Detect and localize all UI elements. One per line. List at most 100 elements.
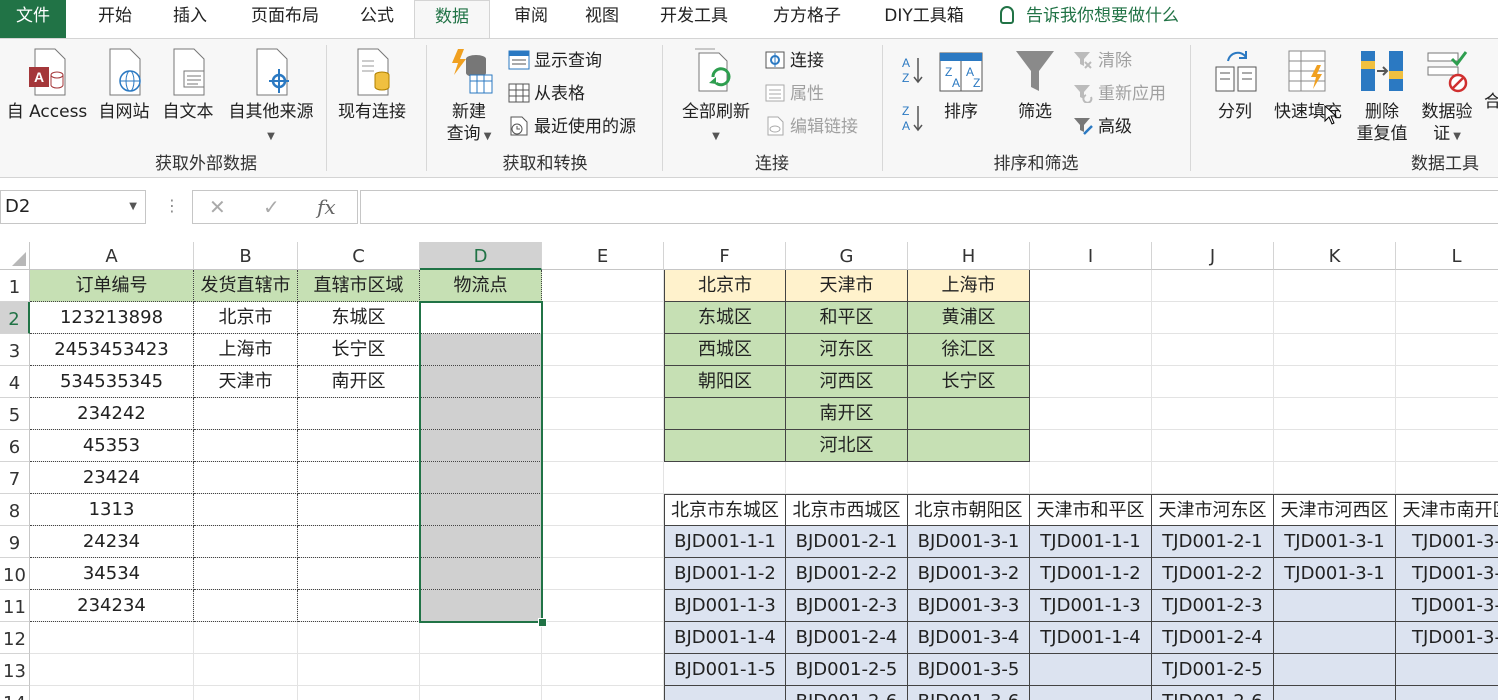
refresh-all-button[interactable]: 全部刷新 ▼ xyxy=(676,47,756,148)
grid-cell-bg[interactable] xyxy=(194,654,298,686)
grid-cell-bg[interactable] xyxy=(194,686,298,700)
district-cell[interactable]: 和平区 xyxy=(786,302,908,334)
district-cell[interactable] xyxy=(664,430,786,462)
orders-cell[interactable] xyxy=(420,494,542,526)
grid-cell-bg[interactable] xyxy=(664,462,786,494)
code-cell[interactable] xyxy=(1274,622,1396,654)
code-cell[interactable] xyxy=(664,686,786,700)
worksheet-grid[interactable]: ABCDEFGHIJKL1234567891011121314订单编号发货直辖市… xyxy=(0,242,1498,700)
existing-connections-button[interactable]: 现有连接 xyxy=(332,47,412,123)
orders-cell[interactable] xyxy=(194,494,298,526)
row-header-11[interactable]: 11 xyxy=(0,590,30,622)
properties-button[interactable]: 属性 xyxy=(764,82,824,106)
row-header-12[interactable]: 12 xyxy=(0,622,30,654)
tell-me-search[interactable]: 告诉我你想要做什么 xyxy=(1000,0,1179,32)
grid-cell-bg[interactable] xyxy=(908,462,1030,494)
clear-filter-button[interactable]: 清除 xyxy=(1072,49,1132,73)
grid-cell-bg[interactable] xyxy=(1152,366,1274,398)
grid-cell-bg[interactable] xyxy=(542,590,664,622)
orders-cell[interactable] xyxy=(420,366,542,398)
code-header-cell[interactable]: 天津市河西区 xyxy=(1274,494,1396,526)
code-cell[interactable]: TJD001-3-1 xyxy=(1274,558,1396,590)
tab-8[interactable]: 开发工具 xyxy=(636,0,752,38)
code-cell[interactable] xyxy=(1396,686,1498,700)
column-header-H[interactable]: H xyxy=(908,242,1030,270)
column-header-G[interactable]: G xyxy=(786,242,908,270)
code-cell[interactable]: BJD001-1-1 xyxy=(664,526,786,558)
show-queries-button[interactable]: 显示查询 xyxy=(508,49,602,73)
grid-cell-bg[interactable] xyxy=(542,654,664,686)
orders-header-cell[interactable]: 订单编号 xyxy=(30,270,194,302)
orders-cell[interactable]: 234234 xyxy=(30,590,194,622)
orders-cell[interactable]: 2453453423 xyxy=(30,334,194,366)
code-cell[interactable]: TJD001-3- xyxy=(1396,622,1498,654)
tab-7[interactable]: 视图 xyxy=(568,0,636,38)
orders-cell[interactable] xyxy=(194,462,298,494)
grid-cell-bg[interactable] xyxy=(1274,334,1396,366)
tab-4[interactable]: 公式 xyxy=(340,0,414,38)
grid-cell-bg[interactable] xyxy=(1396,302,1498,334)
orders-cell[interactable]: 长宁区 xyxy=(298,334,420,366)
code-cell[interactable]: TJD001-2-1 xyxy=(1152,526,1274,558)
row-header-8[interactable]: 8 xyxy=(0,494,30,526)
formula-input[interactable] xyxy=(360,190,1498,224)
tab-0[interactable]: 文件 xyxy=(0,0,66,38)
select-all-corner[interactable] xyxy=(0,242,30,270)
connections-button[interactable]: 连接 xyxy=(764,49,824,73)
row-header-4[interactable]: 4 xyxy=(0,366,30,398)
row-header-6[interactable]: 6 xyxy=(0,430,30,462)
district-cell[interactable]: 朝阳区 xyxy=(664,366,786,398)
district-cell[interactable]: 徐汇区 xyxy=(908,334,1030,366)
orders-cell[interactable] xyxy=(298,462,420,494)
column-header-C[interactable]: C xyxy=(298,242,420,270)
orders-cell[interactable] xyxy=(298,430,420,462)
more-dots-icon[interactable]: ⋮ xyxy=(164,196,180,215)
column-header-A[interactable]: A xyxy=(30,242,194,270)
grid-cell-bg[interactable] xyxy=(1152,302,1274,334)
advanced-filter-button[interactable]: 高级 xyxy=(1072,115,1132,139)
grid-cell-bg[interactable] xyxy=(1396,270,1498,302)
grid-cell-bg[interactable] xyxy=(542,526,664,558)
orders-cell[interactable]: 123213898 xyxy=(30,302,194,334)
grid-cell-bg[interactable] xyxy=(420,622,542,654)
tab-9[interactable]: 方方格子 xyxy=(752,0,862,38)
grid-cell-bg[interactable] xyxy=(30,622,194,654)
district-cell[interactable]: 河北区 xyxy=(786,430,908,462)
code-cell[interactable]: BJD001-2-3 xyxy=(786,590,908,622)
from-access-button[interactable]: A 自 Access xyxy=(4,47,90,123)
orders-cell[interactable] xyxy=(420,430,542,462)
grid-cell-bg[interactable] xyxy=(542,270,664,302)
code-cell[interactable]: BJD001-3-1 xyxy=(908,526,1030,558)
row-header-10[interactable]: 10 xyxy=(0,558,30,590)
grid-cell-bg[interactable] xyxy=(1274,462,1396,494)
grid-cell-bg[interactable] xyxy=(786,462,908,494)
orders-cell[interactable] xyxy=(298,494,420,526)
filter-button[interactable]: 筛选 xyxy=(1008,47,1062,123)
district-header-cell[interactable]: 天津市 xyxy=(786,270,908,302)
grid-cell-bg[interactable] xyxy=(542,398,664,430)
code-cell[interactable] xyxy=(1274,654,1396,686)
grid-cell-bg[interactable] xyxy=(30,654,194,686)
tab-3[interactable]: 页面布局 xyxy=(230,0,340,38)
orders-cell[interactable] xyxy=(420,526,542,558)
orders-cell[interactable] xyxy=(420,334,542,366)
grid-cell-bg[interactable] xyxy=(1152,430,1274,462)
fill-handle[interactable] xyxy=(538,618,547,627)
grid-cell-bg[interactable] xyxy=(298,622,420,654)
orders-header-cell[interactable]: 直辖市区域 xyxy=(298,270,420,302)
grid-cell-bg[interactable] xyxy=(1274,430,1396,462)
orders-cell[interactable] xyxy=(298,398,420,430)
grid-cell-bg[interactable] xyxy=(542,302,664,334)
grid-cell-bg[interactable] xyxy=(1396,334,1498,366)
grid-cell-bg[interactable] xyxy=(542,430,664,462)
remove-duplicates-button[interactable]: 删除 重复值 xyxy=(1350,47,1414,145)
code-cell[interactable]: TJD001-2-3 xyxy=(1152,590,1274,622)
consolidate-button-partial[interactable]: 合 xyxy=(1484,91,1498,113)
district-cell[interactable] xyxy=(664,398,786,430)
orders-cell[interactable]: 北京市 xyxy=(194,302,298,334)
grid-cell-bg[interactable] xyxy=(1396,462,1498,494)
column-header-F[interactable]: F xyxy=(664,242,786,270)
grid-cell-bg[interactable] xyxy=(542,366,664,398)
grid-cell-bg[interactable] xyxy=(1152,270,1274,302)
sort-descending-button[interactable]: ZA xyxy=(900,103,928,133)
